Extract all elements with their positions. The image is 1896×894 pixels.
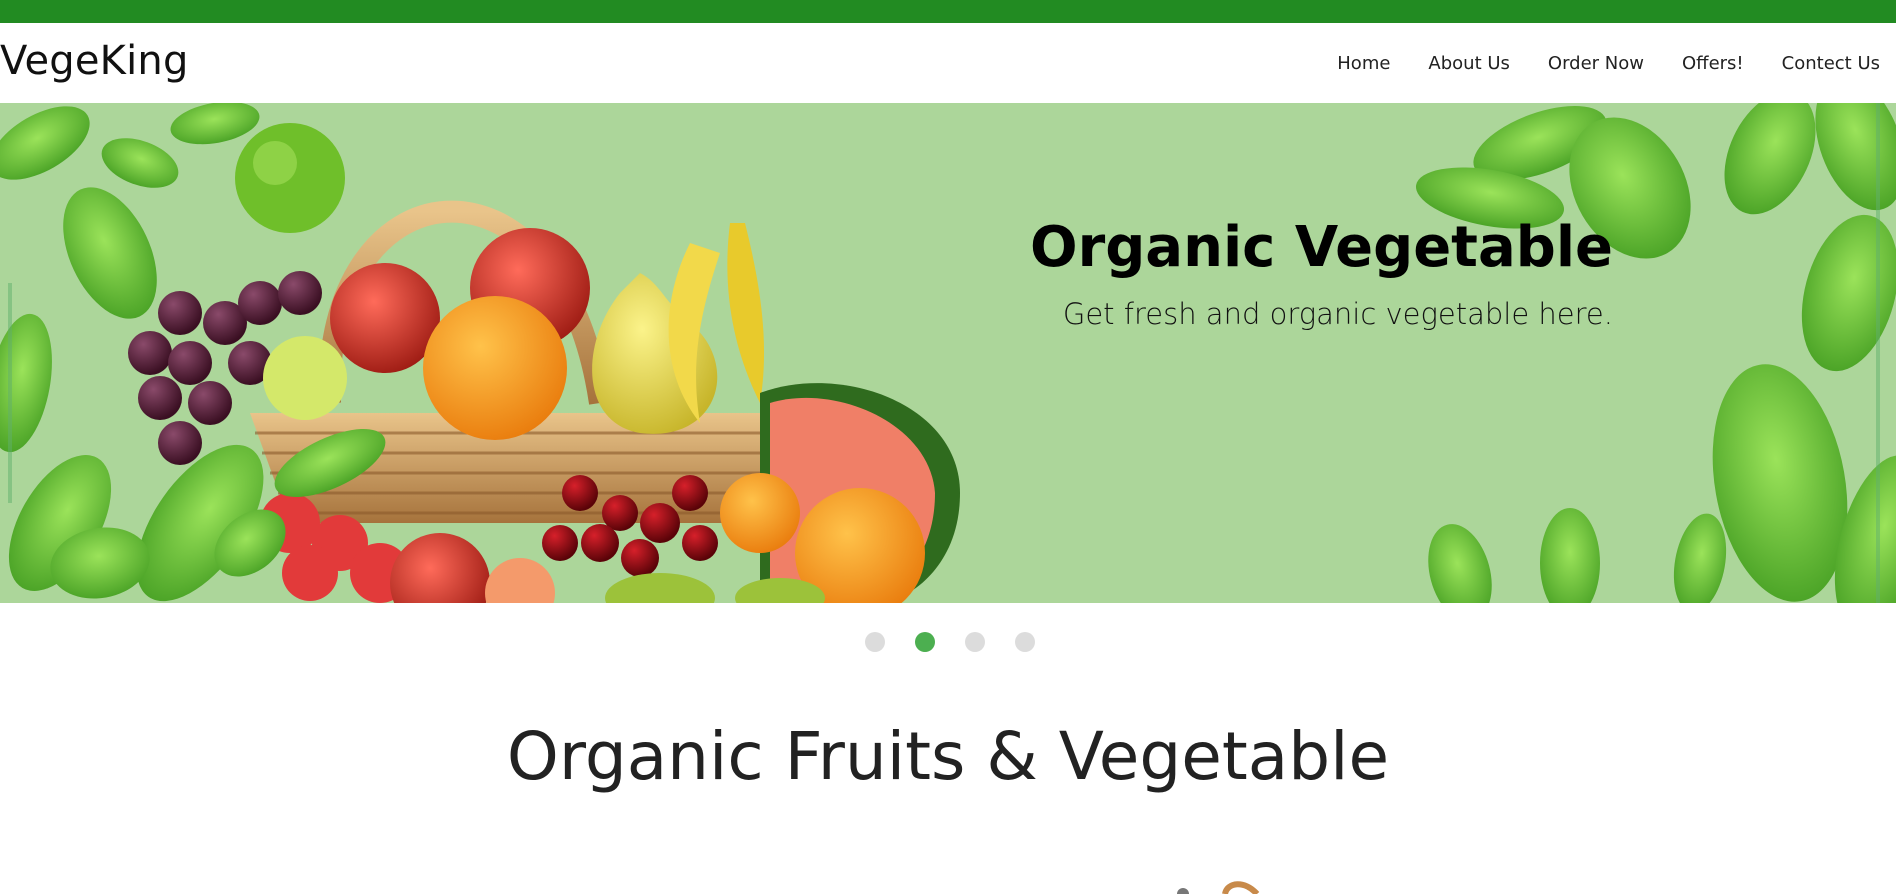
brand-logo[interactable]: VegeKing <box>0 41 189 81</box>
hero-title: Organic Vegetable <box>1030 215 1613 280</box>
nav-offers[interactable]: Offers! <box>1682 53 1744 74</box>
carousel-dot-4[interactable] <box>1015 632 1035 652</box>
nav-home[interactable]: Home <box>1337 53 1390 74</box>
carousel-dot-2-active[interactable] <box>915 632 935 652</box>
carousel-dot-3[interactable] <box>965 632 985 652</box>
nav-order-now[interactable]: Order Now <box>1548 53 1644 74</box>
top-accent-bar <box>0 0 1896 23</box>
nav-contact-us[interactable]: Contect Us <box>1782 53 1880 74</box>
main-nav: Home About Us Order Now Offers! Contect … <box>1299 53 1880 74</box>
site-header: VegeKing Home About Us Order Now Offers!… <box>0 23 1896 103</box>
hero-fruit-basket-image <box>0 103 1896 603</box>
hero-subtitle: Get fresh and organic vegetable here. <box>1062 297 1613 331</box>
nav-about-us[interactable]: About Us <box>1428 53 1510 74</box>
product-image-peek <box>1177 881 1260 894</box>
carousel-indicators <box>865 632 1065 652</box>
carousel-dot-1[interactable] <box>865 632 885 652</box>
hero-carousel-slide: Organic Vegetable Get fresh and organic … <box>0 103 1896 603</box>
section-title: Organic Fruits & Vegetable <box>506 718 1390 795</box>
